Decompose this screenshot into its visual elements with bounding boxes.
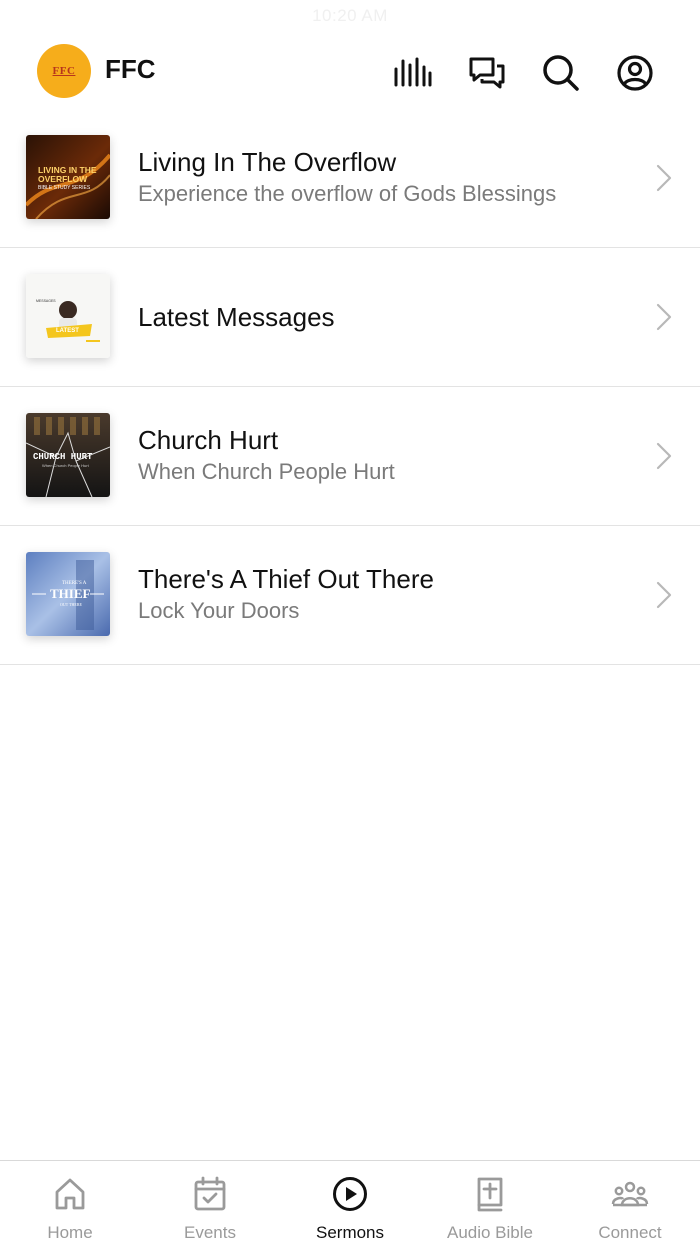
chevron-right-icon	[656, 442, 672, 470]
chevron-right-icon	[656, 303, 672, 331]
app-header: FFC FFC	[0, 40, 700, 102]
tab-bar: Home Events Sermons Audio Bible Connect	[0, 1160, 700, 1245]
chevron-right-icon	[656, 164, 672, 192]
svg-text:BIBLE STUDY SERIES: BIBLE STUDY SERIES	[38, 185, 91, 191]
svg-text:THIEF: THIEF	[50, 586, 91, 601]
tab-audio-bible[interactable]: Audio Bible	[420, 1161, 560, 1245]
search-icon[interactable]	[541, 53, 581, 93]
svg-text:OUT THERE: OUT THERE	[60, 602, 83, 607]
profile-icon[interactable]	[615, 53, 655, 93]
tab-label: Events	[184, 1223, 236, 1242]
home-icon	[55, 1178, 85, 1210]
svg-text:MESSAGES: MESSAGES	[36, 299, 56, 303]
sermon-subtitle: Lock Your Doors	[138, 598, 300, 623]
chat-icon[interactable]	[467, 53, 507, 93]
chevron-right-icon	[656, 581, 672, 609]
sermon-list: LIVING IN THE OVERFLOW BIBLE STUDY SERIE…	[0, 109, 700, 665]
app-title: FFC	[105, 54, 156, 84]
tab-sermons[interactable]: Sermons	[280, 1161, 420, 1245]
svg-text:CHURCH HURT: CHURCH HURT	[33, 452, 93, 462]
sermon-title: Latest Messages	[138, 302, 335, 332]
calendar-icon	[194, 1176, 226, 1211]
tab-label: Connect	[598, 1223, 662, 1242]
sermon-thumbnail: LIVING IN THE OVERFLOW BIBLE STUDY SERIE…	[26, 135, 110, 219]
bible-icon	[477, 1177, 503, 1212]
sermon-thumbnail: LATEST MESSAGES	[26, 274, 110, 358]
sermon-subtitle: Experience the overflow of Gods Blessing…	[138, 181, 557, 206]
tab-label: Home	[47, 1223, 93, 1242]
tab-events[interactable]: Events	[140, 1161, 280, 1245]
play-circle-icon	[333, 1177, 367, 1211]
tab-label: Audio Bible	[446, 1223, 533, 1242]
sermon-thumbnail: THERE'S A THIEF OUT THERE	[26, 552, 110, 636]
svg-text:LATEST: LATEST	[56, 328, 79, 334]
sermon-row-church-hurt[interactable]: CHURCH HURT When Church People Hurt Chur…	[0, 387, 700, 526]
logo-text: FFC	[52, 65, 76, 77]
bars-icon[interactable]	[392, 53, 432, 93]
sermon-subtitle: When Church People Hurt	[138, 459, 395, 484]
sermon-row-latest-messages[interactable]: LATEST MESSAGES Latest Messages	[0, 248, 700, 387]
sermon-title: Church Hurt	[138, 425, 279, 455]
sermon-thumbnail: CHURCH HURT When Church People Hurt	[26, 413, 110, 497]
church-logo[interactable]: FFC	[37, 44, 91, 98]
sermon-row-theres-a-thief-out-there[interactable]: THERE'S A THIEF OUT THERE There's A Thie…	[0, 526, 700, 665]
tab-connect[interactable]: Connect	[560, 1161, 700, 1245]
sermon-title: Living In The Overflow	[138, 147, 397, 177]
sermon-title: There's A Thief Out There	[138, 564, 434, 594]
sermon-row-living-in-the-overflow[interactable]: LIVING IN THE OVERFLOW BIBLE STUDY SERIE…	[0, 109, 700, 248]
tab-label: Sermons	[315, 1223, 385, 1242]
svg-text:OVERFLOW: OVERFLOW	[38, 174, 88, 184]
svg-text:When Church People Hurt: When Church People Hurt	[42, 463, 90, 468]
people-icon	[611, 1181, 649, 1207]
status-time: 10:20 AM	[312, 6, 388, 25]
tab-home[interactable]: Home	[0, 1161, 140, 1245]
